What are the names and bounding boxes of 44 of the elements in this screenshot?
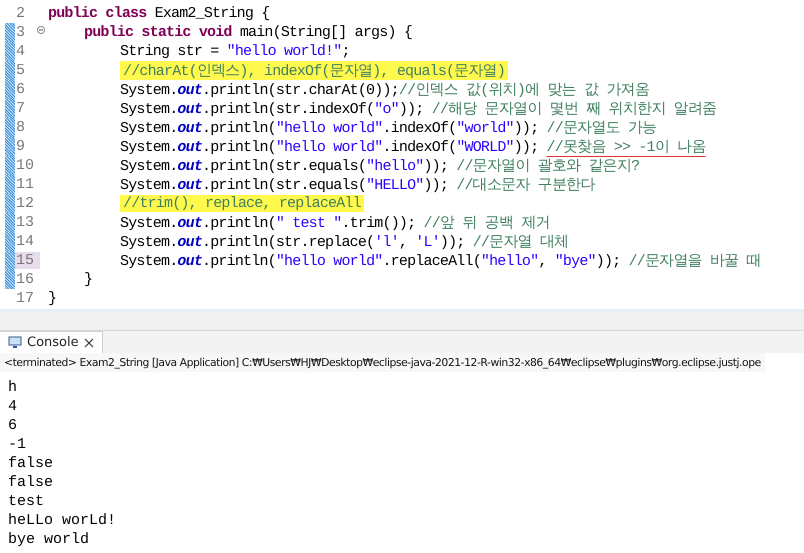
console-output-line: false — [8, 473, 54, 492]
line-number: 9 — [15, 138, 26, 155]
monitor-icon — [8, 336, 22, 349]
code-line: System.out.println(str.replace('l', 'L')); //문자열 대체 — [120, 233, 568, 251]
console-output-line: test — [8, 492, 46, 511]
code-line: public static void main(String[] args) { — [84, 24, 412, 41]
code-line: System.out.println("hello world".indexOf("WORLD")); //못찾음 >> -1이 나옴 — [120, 138, 706, 156]
code-line: System.out.println(str.equals("HELLO")); //대소문자 구분한다 — [120, 176, 595, 194]
console-output-line: bye world — [8, 530, 90, 549]
console-output-line: -1 — [8, 435, 28, 454]
code-line: System.out.println(str.indexOf("o")); //해당 문자열이 몇번 째 위치한지 알려줌 — [120, 100, 716, 118]
line-number: 6 — [15, 81, 26, 98]
line-number: 7 — [15, 100, 26, 117]
line-number: 2 — [15, 5, 26, 22]
console-tab[interactable]: Console — [0, 331, 103, 353]
console-output-line: heLLo worLd! — [8, 511, 118, 530]
line-number: 5 — [15, 62, 26, 79]
line-number: 10 — [15, 157, 36, 174]
code-line: String str = "hello world!"; — [120, 43, 350, 60]
line-number: 8 — [15, 119, 26, 136]
line-number: 16 — [15, 271, 36, 288]
code-line: System.out.println(str.equals("hello")); //문자열이 괄호와 같은지? — [120, 157, 640, 175]
line-number: 4 — [15, 43, 26, 60]
line-number: 3 — [15, 24, 26, 41]
line-number: 15 — [15, 252, 40, 269]
console-output-line: h — [8, 378, 18, 397]
code-line: System.out.println(str.charAt(0));//인덱스 값(위치)에 맞는 값 가져옴 — [120, 81, 650, 99]
console-output-line: 6 — [8, 416, 18, 435]
code-line: System.out.println("hello world".indexOf("world")); //문자열도 가능 — [120, 119, 656, 137]
line-number: 17 — [15, 290, 36, 307]
line-number: 12 — [15, 195, 36, 212]
console-status: <terminated> Exam2_String [Java Application] C:₩Users₩HJ₩Desktop₩eclipse-java-2021-12-R-win32-x86_64₩eclipse₩plugins₩org.eclipse.justj.ope — [0, 353, 765, 372]
code-line: } — [84, 271, 92, 288]
line-number: 11 — [15, 176, 36, 193]
console-output-line: false — [8, 454, 54, 473]
code-line: System.out.println("hello world".replaceAll("hello", "bye")); //문자열을 바꿀 때 — [120, 252, 761, 270]
close-icon[interactable] — [84, 338, 94, 348]
collapse-icon[interactable] — [37, 26, 45, 34]
line-number: 14 — [15, 233, 36, 250]
code-line: } — [48, 290, 56, 307]
line-number: 13 — [15, 214, 36, 231]
code-line: public class Exam2_String { — [48, 5, 270, 22]
console-output-line: 4 — [8, 397, 18, 416]
code-line: System.out.println(" test ".trim()); //앞 뒤 공백 제거 — [120, 214, 550, 232]
